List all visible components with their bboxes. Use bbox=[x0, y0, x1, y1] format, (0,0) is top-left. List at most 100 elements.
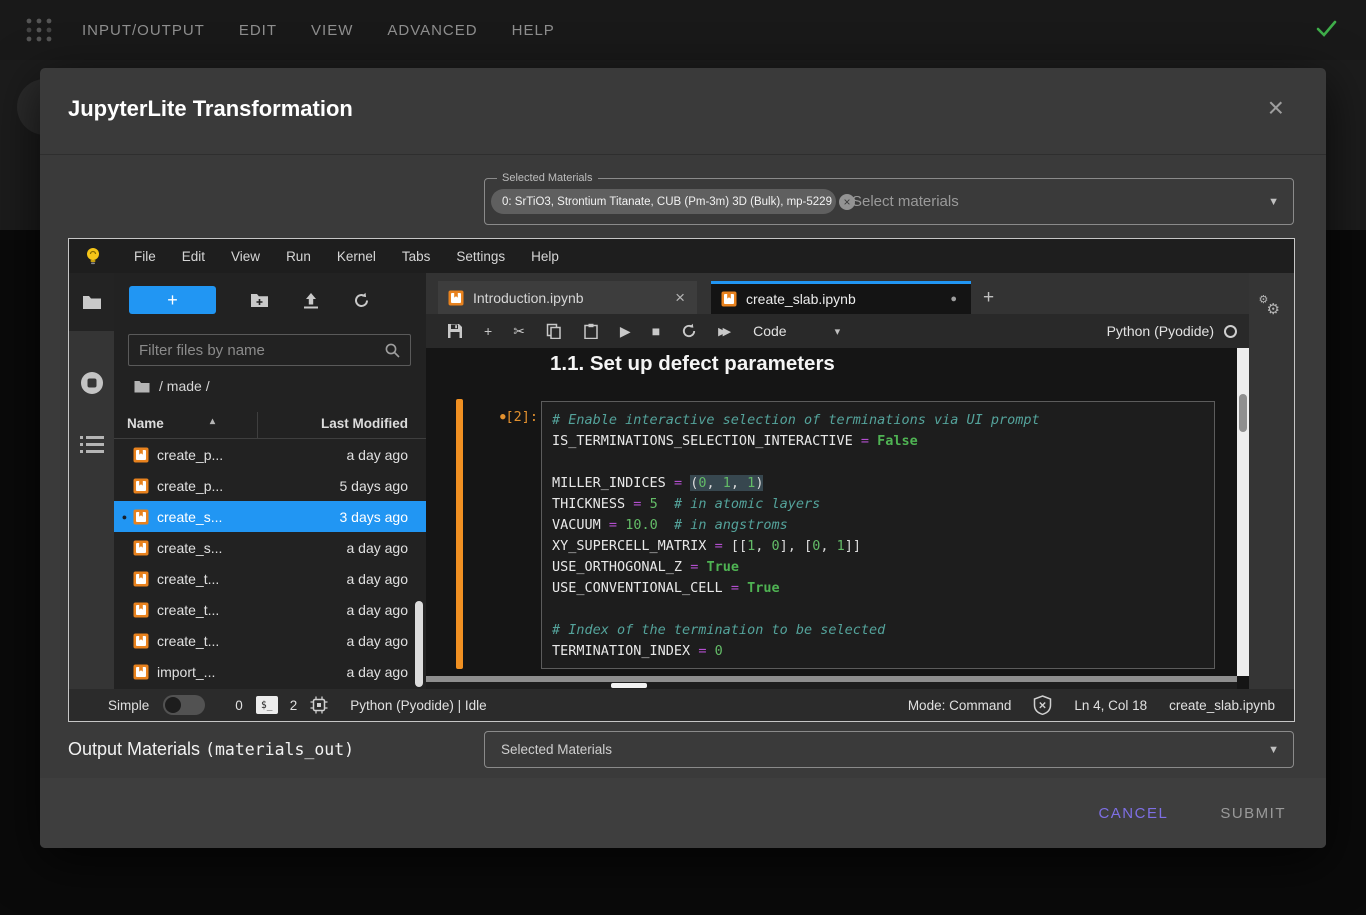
save-icon[interactable] bbox=[447, 323, 463, 339]
column-name[interactable]: Name bbox=[127, 416, 164, 431]
kernel-status-text[interactable]: Python (Pyodide) | Idle bbox=[350, 698, 486, 713]
code-line: VACUUM = 10.0 # in angstroms bbox=[552, 515, 1204, 536]
column-last-modified[interactable]: Last Modified bbox=[321, 416, 408, 431]
file-name: create_p... bbox=[157, 447, 347, 463]
file-row[interactable]: ● create_t... a day ago bbox=[114, 594, 426, 625]
restart-kernel-icon[interactable] bbox=[681, 323, 697, 339]
kernel-chip-icon[interactable] bbox=[310, 696, 328, 714]
new-folder-icon[interactable] bbox=[250, 292, 269, 308]
shield-x-icon[interactable] bbox=[1033, 695, 1052, 715]
breadcrumb-path: / made / bbox=[159, 378, 210, 394]
dialog-header: JupyterLite Transformation × bbox=[40, 68, 1326, 155]
simple-mode-toggle[interactable] bbox=[163, 695, 205, 715]
jp-menu-tabs[interactable]: Tabs bbox=[389, 249, 444, 264]
filebrowser-toolbar: + bbox=[114, 286, 426, 314]
file-row[interactable]: ● create_p... a day ago bbox=[114, 439, 426, 470]
paste-icon[interactable] bbox=[583, 323, 599, 339]
terminals-count: 0 bbox=[235, 698, 243, 713]
file-name: create_s... bbox=[157, 540, 347, 556]
notebook-icon bbox=[133, 664, 149, 680]
new-tab-button[interactable]: + bbox=[974, 281, 1003, 314]
file-modified: 5 days ago bbox=[340, 478, 409, 494]
notebook-toolbar: + ✂ ▶ ■ bbox=[426, 314, 1249, 348]
cut-icon[interactable]: ✂ bbox=[513, 323, 525, 339]
file-browser: + bbox=[114, 273, 426, 689]
upload-icon[interactable] bbox=[303, 292, 319, 309]
app-top-bar: INPUT/OUTPUT EDIT VIEW ADVANCED HELP bbox=[0, 0, 1366, 60]
jp-menu-file[interactable]: File bbox=[121, 249, 169, 264]
jp-menu-view[interactable]: View bbox=[218, 249, 273, 264]
notebook-scrollbar[interactable] bbox=[1237, 348, 1249, 676]
plus-icon: + bbox=[983, 287, 994, 309]
menu-help[interactable]: HELP bbox=[512, 22, 555, 39]
cell-type-select[interactable]: Code bbox=[753, 323, 786, 339]
tab-introduction[interactable]: Introduction.ipynb × bbox=[438, 281, 697, 314]
menu-input-output[interactable]: INPUT/OUTPUT bbox=[82, 22, 205, 39]
horizontal-scrollbar[interactable] bbox=[426, 682, 1237, 689]
open-dot-icon: ● bbox=[119, 512, 130, 522]
search-icon bbox=[385, 343, 400, 358]
jp-menu-edit[interactable]: Edit bbox=[169, 249, 218, 264]
menu-advanced[interactable]: ADVANCED bbox=[387, 22, 477, 39]
file-row[interactable]: ● create_s... 3 days ago bbox=[114, 501, 426, 532]
filebrowser-tab[interactable] bbox=[69, 273, 114, 331]
notebook-tabbar: Introduction.ipynb × create_slab.ipynb ● bbox=[426, 273, 1249, 314]
file-modified: a day ago bbox=[347, 571, 409, 587]
app-logo-icon bbox=[24, 16, 54, 44]
file-list-header: Name ▴ Last Modified bbox=[114, 412, 426, 439]
file-row[interactable]: ● create_s... a day ago bbox=[114, 532, 426, 563]
tab-create-slab[interactable]: create_slab.ipynb ● bbox=[711, 281, 971, 314]
chevron-down-icon[interactable]: ▾ bbox=[835, 325, 841, 338]
kernel-status-icon[interactable] bbox=[1224, 325, 1237, 338]
property-inspector-tab[interactable]: ⚙ ⚙ bbox=[1259, 295, 1285, 321]
mode-indicator[interactable]: Mode: Command bbox=[908, 698, 1012, 713]
horizontal-scrollbar-thumb[interactable] bbox=[611, 683, 647, 688]
breadcrumb[interactable]: / made / bbox=[134, 378, 210, 394]
terminal-icon[interactable]: $_ bbox=[256, 696, 278, 714]
statusbar-filename[interactable]: create_slab.ipynb bbox=[1169, 698, 1275, 713]
tab-close-icon[interactable]: × bbox=[675, 288, 685, 308]
select-materials-placeholder: Select materials bbox=[852, 193, 1268, 210]
kernel-name-button[interactable]: Python (Pyodide) bbox=[1107, 323, 1214, 339]
running-sessions-tab[interactable] bbox=[80, 371, 104, 395]
menu-view[interactable]: VIEW bbox=[311, 22, 353, 39]
code-line: THICKNESS = 5 # in atomic layers bbox=[552, 494, 1204, 515]
material-chip[interactable]: 0: SrTiO3, Strontium Titanate, CUB (Pm-3… bbox=[491, 189, 836, 214]
unsaved-dot-icon: ● bbox=[950, 293, 957, 305]
new-launcher-button[interactable]: + bbox=[129, 286, 216, 314]
run-icon[interactable]: ▶ bbox=[620, 323, 631, 339]
file-modified: a day ago bbox=[347, 447, 409, 463]
copy-icon[interactable] bbox=[546, 323, 562, 339]
stop-icon[interactable]: ■ bbox=[652, 323, 660, 339]
jp-menu-run[interactable]: Run bbox=[273, 249, 324, 264]
table-of-contents-tab[interactable] bbox=[80, 435, 104, 455]
input-materials-select[interactable]: Selected Materials 0: SrTiO3, Strontium … bbox=[484, 178, 1294, 225]
tab-label: create_slab.ipynb bbox=[746, 291, 950, 307]
refresh-icon[interactable] bbox=[353, 292, 370, 309]
jp-menu-help[interactable]: Help bbox=[518, 249, 572, 264]
jp-menu-kernel[interactable]: Kernel bbox=[324, 249, 389, 264]
restart-run-all-icon[interactable]: ▶▶ bbox=[718, 323, 727, 339]
notebook-scrollbar-thumb[interactable] bbox=[1239, 394, 1247, 432]
dropdown-caret-icon[interactable]: ▼ bbox=[1268, 196, 1279, 208]
submit-button[interactable]: SUBMIT bbox=[1220, 805, 1286, 822]
jupyter-statusbar: Simple 0 $_ 2 Python (Pyodide) | Idle bbox=[69, 689, 1294, 721]
file-row[interactable]: ● import_... a day ago bbox=[114, 656, 426, 687]
file-row[interactable]: ● create_t... a day ago bbox=[114, 625, 426, 656]
code-line: USE_ORTHOGONAL_Z = True bbox=[552, 557, 1204, 578]
check-icon[interactable] bbox=[1312, 14, 1340, 42]
cancel-button[interactable]: CANCEL bbox=[1098, 805, 1168, 822]
add-cell-icon[interactable]: + bbox=[484, 323, 492, 339]
file-row[interactable]: ● create_t... a day ago bbox=[114, 563, 426, 594]
output-materials-select[interactable]: Selected Materials ▼ bbox=[484, 731, 1294, 768]
dropdown-caret-icon[interactable]: ▼ bbox=[1268, 744, 1279, 756]
toggle-knob bbox=[165, 697, 181, 713]
file-row[interactable]: ● create_p... 5 days ago bbox=[114, 470, 426, 501]
filebrowser-scrollbar[interactable] bbox=[415, 601, 423, 687]
cursor-position[interactable]: Ln 4, Col 18 bbox=[1074, 698, 1147, 713]
filter-files-input[interactable]: Filter files by name bbox=[128, 334, 411, 366]
code-cell-editor[interactable]: # Enable interactive selection of termin… bbox=[541, 401, 1215, 669]
close-icon[interactable]: × bbox=[1268, 94, 1284, 122]
menu-edit[interactable]: EDIT bbox=[239, 22, 277, 39]
jp-menu-settings[interactable]: Settings bbox=[443, 249, 518, 264]
